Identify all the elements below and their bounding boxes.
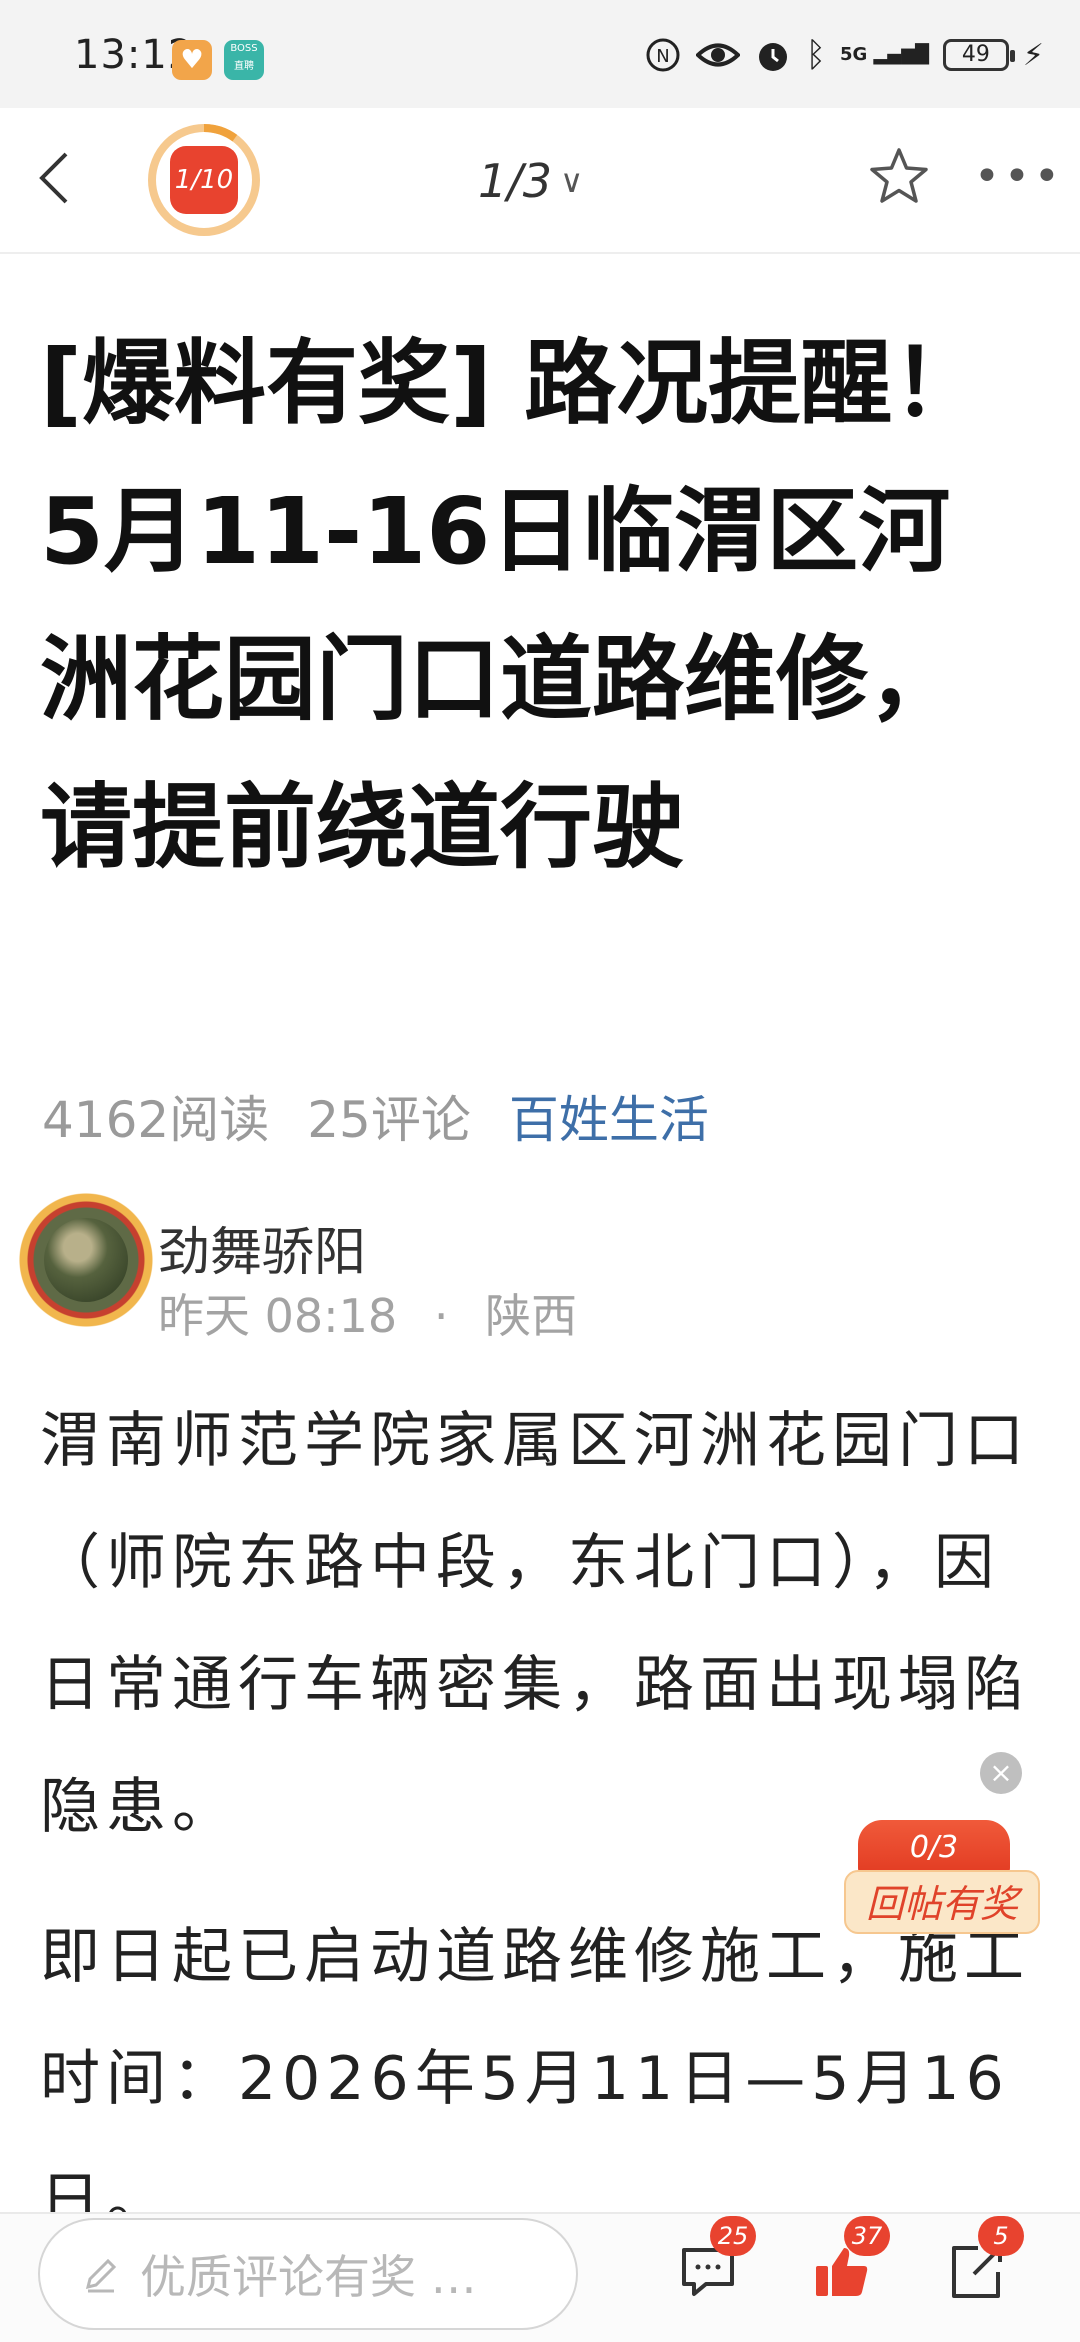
close-icon[interactable]: × [980, 1752, 1022, 1794]
author-row: 劲舞骄阳 昨天 08:18 · 陕西 [16, 1190, 1076, 1343]
favorite-button[interactable] [866, 144, 932, 210]
status-icons: N ᛒ 5G ▂▄▆█ 49 ⚡ [644, 30, 1044, 80]
reward-count: 0/3 [858, 1820, 1010, 1876]
comment-input[interactable]: 优质评论有奖 … [38, 2218, 578, 2330]
post-location: 陕西 [485, 1289, 578, 1343]
network-type: 5G [839, 44, 868, 65]
avatar-image [44, 1218, 128, 1302]
top-nav: 1/10 1/3 ∨ ••• [0, 108, 1080, 254]
back-button[interactable] [30, 148, 90, 212]
author-name[interactable]: 劲舞骄阳 [158, 1210, 366, 1285]
share-count-badge: 5 [978, 2216, 1024, 2256]
progress-label: 1/10 [174, 165, 234, 195]
svg-text:N: N [656, 46, 669, 67]
eye-icon [695, 43, 740, 67]
status-bar: 13:12 ♥ BOSS 直聘 N ᛒ 5G ▂▄▆█ 49 ⚡ [0, 0, 1080, 108]
author-meta: 昨天 08:18 · 陕西 [158, 1280, 577, 1346]
page-indicator: 1/3 [478, 154, 553, 208]
heart-app-icon: ♥ [172, 40, 212, 80]
topic-link[interactable]: 百姓生活 [509, 1080, 709, 1152]
reply-reward-badge[interactable]: 0/3 回帖有奖 [844, 1820, 1040, 1944]
content-paragraph: 渭南师范学院家属区河洲花园门口（师院东路中段，东北门口），因日常通行车辆密集，路… [40, 1406, 1030, 1842]
page-selector[interactable]: 1/3 ∨ [478, 146, 583, 216]
comment-count-badge: 25 [710, 2216, 756, 2256]
nfc-icon: N [646, 38, 680, 72]
post-title: [爆料有奖] 路况提醒！5月11-16日临渭区河洲花园门口道路维修，请提前绕道行… [40, 330, 985, 881]
post-meta: 4162阅读 25评论 百姓生活 [42, 1080, 709, 1152]
like-count-badge: 37 [844, 2216, 890, 2256]
share-button[interactable]: 5 [944, 2216, 1024, 2310]
comment-count-text: 25评论 [307, 1091, 471, 1149]
chevron-down-icon: ∨ [560, 162, 584, 200]
bottom-bar: 优质评论有奖 … 25 37 5 [0, 2212, 1080, 2342]
meta-separator: · [433, 1289, 449, 1343]
charging-icon: ⚡ [1022, 37, 1044, 73]
like-button[interactable]: 37 [810, 2216, 890, 2310]
alarm-icon [758, 43, 787, 71]
content-paragraph: 即日起已启动道路维修施工，施工时间：2026年5月11日—5月16日。 [40, 1922, 1030, 2236]
battery-icon: 49 [942, 39, 1015, 71]
comment-placeholder: 优质评论有奖 … [140, 2250, 477, 2304]
read-count: 4162阅读 [42, 1091, 270, 1149]
pencil-icon [85, 2258, 117, 2293]
avatar[interactable] [16, 1190, 156, 1330]
more-button[interactable]: ••• [974, 144, 1060, 210]
post-time: 昨天 08:18 [158, 1289, 398, 1343]
comments-button[interactable]: 25 [676, 2216, 756, 2310]
boss-app-icon: BOSS 直聘 [224, 40, 264, 80]
back-arrow-icon [39, 152, 68, 204]
star-icon [870, 148, 928, 203]
bluetooth-icon: ᛒ [805, 35, 826, 75]
more-icon: ••• [974, 151, 1064, 202]
reward-label: 回帖有奖 [844, 1870, 1040, 1934]
signal-icon: 5G ▂▄▆█ [839, 44, 929, 65]
